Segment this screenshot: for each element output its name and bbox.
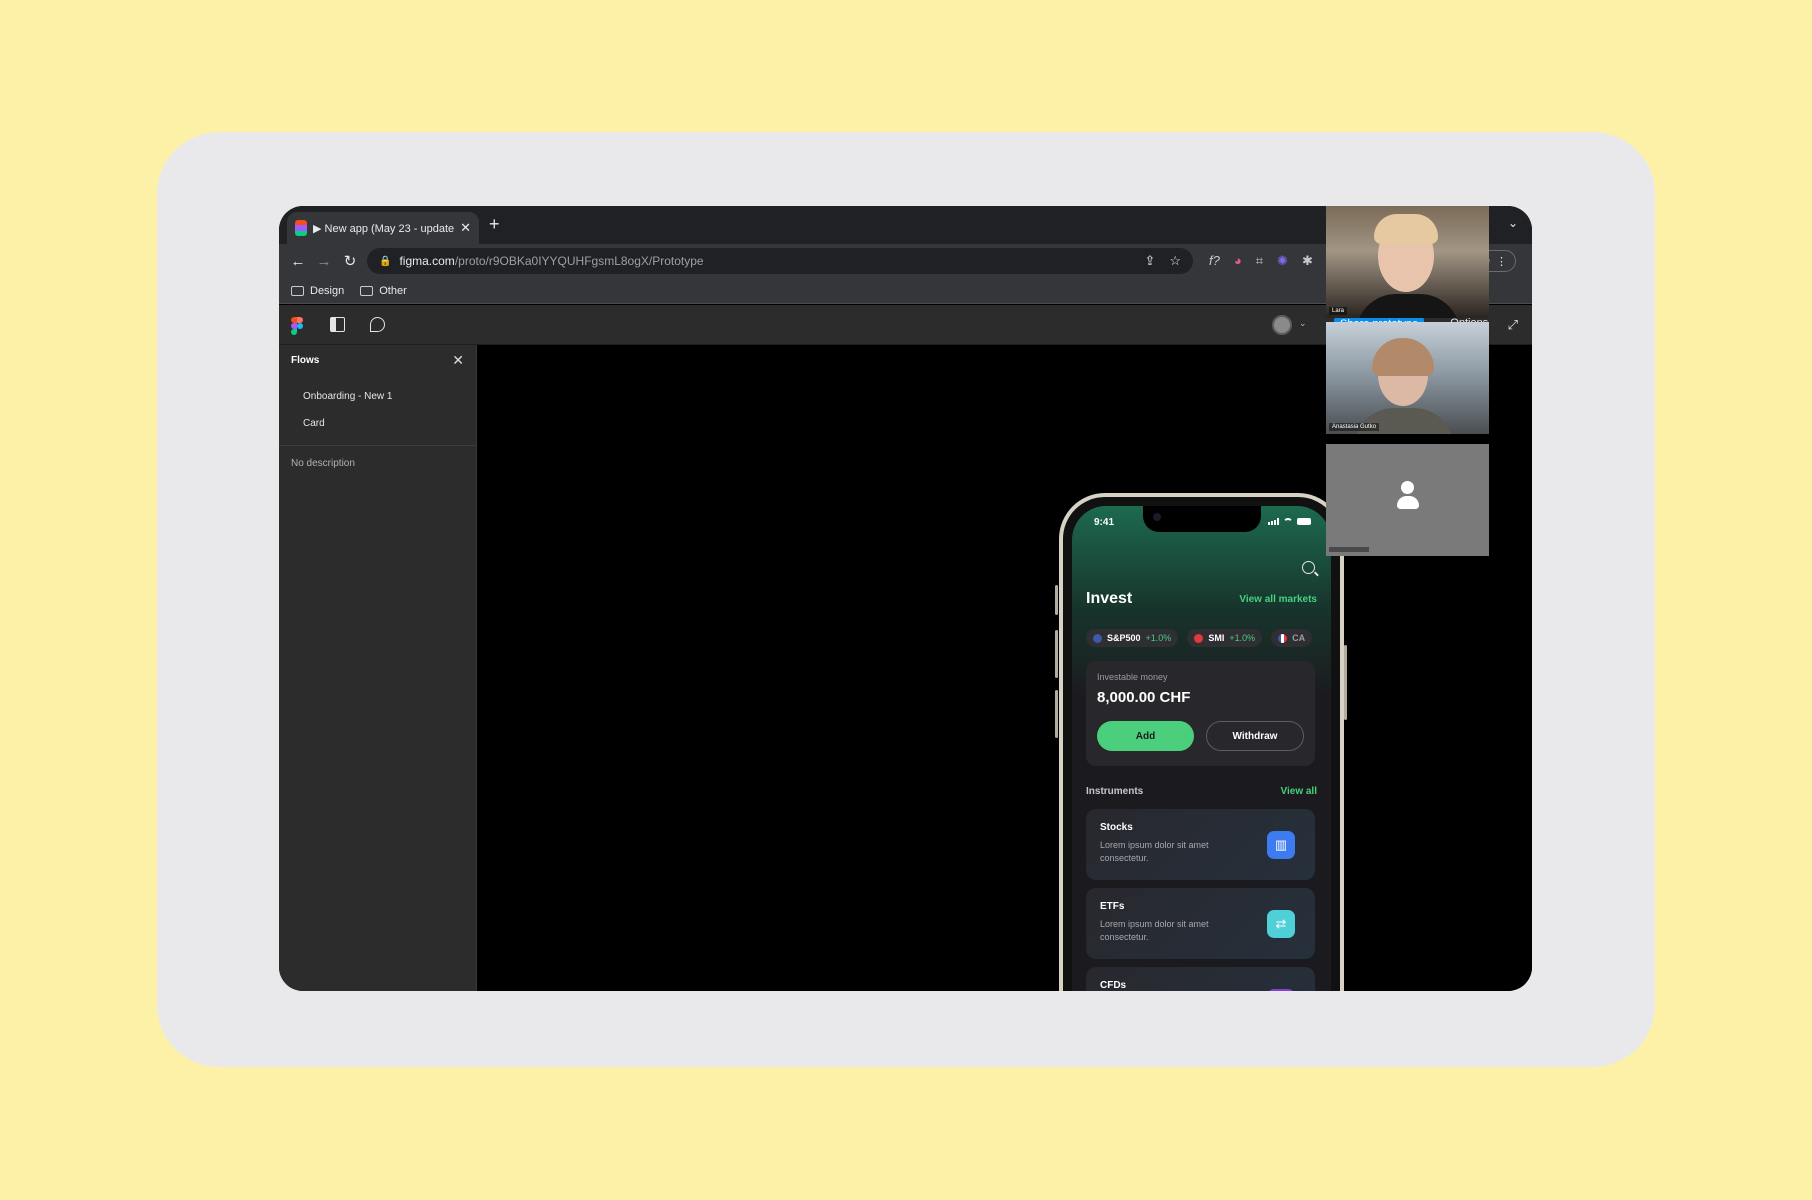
money-value: 8,000.00 CHF — [1097, 689, 1191, 706]
extension-crop-icon[interactable]: ⌗ — [1256, 253, 1263, 269]
back-icon[interactable]: ← — [285, 253, 311, 270]
phone-frame: 9:41 Invest View all markets S&P500 +1.0… — [1059, 493, 1344, 991]
extension-color-icon[interactable]: ◕ — [1234, 253, 1242, 269]
tab-search-icon[interactable]: ⌄ — [1508, 216, 1518, 230]
fullscreen-icon[interactable]: ⤢ — [1508, 317, 1518, 333]
participant-shirt — [1356, 294, 1460, 318]
battery-icon — [1297, 518, 1311, 525]
phone-volume-down — [1055, 630, 1058, 678]
flow-description: No description — [291, 458, 355, 469]
investable-money-card: Investable money 8,000.00 CHF Add Withdr… — [1086, 661, 1315, 766]
figma-favicon-icon — [295, 220, 307, 236]
add-button[interactable]: Add — [1097, 721, 1194, 751]
extensions-puzzle-icon[interactable]: ✱ — [1302, 253, 1313, 269]
flow-item[interactable]: Onboarding - New 1 — [279, 383, 476, 410]
notch — [1142, 506, 1261, 532]
status-icons — [1268, 518, 1311, 525]
participant-hair — [1374, 214, 1438, 244]
divider — [279, 445, 476, 446]
instruments-title: Instruments — [1086, 786, 1144, 797]
folder-icon — [360, 285, 374, 296]
wifi-icon — [1283, 518, 1293, 525]
phone-volume-up — [1055, 585, 1058, 615]
phone-mute-switch — [1055, 690, 1058, 738]
video-tile-participant[interactable]: Anastasia Gutko — [1326, 322, 1489, 434]
cfd-icon — [1267, 989, 1295, 991]
avatar[interactable] — [1272, 315, 1292, 335]
folder-icon — [291, 285, 304, 296]
us-flag-icon — [1093, 633, 1102, 643]
tab-close-icon[interactable]: ✕ — [460, 220, 471, 236]
prototype-canvas: 9:41 Invest View all markets S&P500 +1.0… — [477, 345, 1532, 991]
bookmark-star-icon[interactable]: ☆ — [1169, 253, 1181, 269]
forward-icon[interactable]: → — [311, 253, 337, 270]
url-domain: figma.com — [399, 254, 455, 268]
view-all-markets-link[interactable]: View all markets — [1239, 594, 1317, 605]
swap-icon: ⇄ — [1267, 910, 1295, 938]
share-icon[interactable]: ⇪ — [1144, 253, 1155, 269]
sidebar-toggle-icon[interactable] — [330, 317, 345, 332]
chart-bar-icon: ▥ — [1267, 831, 1295, 859]
instrument-card-cfds[interactable]: CFDs — [1086, 967, 1315, 991]
money-label: Investable money — [1097, 672, 1168, 682]
lock-icon: 🔒 — [379, 255, 392, 267]
status-time: 9:41 — [1094, 517, 1115, 528]
figma-logo-icon[interactable] — [291, 317, 303, 335]
bookmark-other[interactable]: Other — [360, 285, 407, 297]
extension-settings-icon[interactable]: ✺ — [1277, 253, 1288, 269]
market-chip-ca[interactable]: CA — [1271, 629, 1313, 647]
swiss-flag-icon — [1194, 633, 1204, 643]
url-input[interactable]: 🔒 figma.com /proto/r9OBKa0IYYQUHFgsmL8og… — [367, 248, 1193, 274]
bookmark-design[interactable]: Design — [291, 285, 344, 297]
instrument-card-etfs[interactable]: ETFs Lorem ipsum dolor sit amet consecte… — [1086, 888, 1315, 959]
view-all-link[interactable]: View all — [1280, 786, 1317, 797]
reload-icon[interactable]: ↻ — [337, 252, 363, 270]
sidebar-title: Flows — [291, 354, 320, 366]
url-path: /proto/r9OBKa0IYYQUHFgsmL8ogX/Prototype — [454, 254, 704, 268]
participant-hair — [1372, 338, 1434, 376]
market-chip-smi[interactable]: SMI +1.0% — [1187, 629, 1263, 647]
new-tab-button[interactable]: + — [489, 214, 500, 234]
search-icon[interactable] — [1302, 561, 1315, 574]
page-title: Invest — [1086, 590, 1133, 607]
chevron-down-icon[interactable]: ⌄ — [1299, 318, 1307, 329]
participant-name: Anastasia Gutko — [1329, 423, 1380, 431]
comment-icon[interactable] — [370, 317, 385, 332]
withdraw-button[interactable]: Withdraw — [1206, 721, 1304, 751]
flow-item[interactable]: Card — [279, 410, 476, 437]
person-icon — [1397, 481, 1419, 517]
tab-title: ▶ New app (May 23 - update) — [313, 222, 455, 235]
video-tile-participant[interactable] — [1326, 444, 1489, 556]
more-icon[interactable]: ⋮ — [1496, 255, 1507, 268]
phone-power-button — [1344, 645, 1347, 720]
instrument-card-stocks[interactable]: Stocks Lorem ipsum dolor sit amet consec… — [1086, 809, 1315, 880]
french-flag-icon — [1278, 633, 1288, 643]
app-screen: 9:41 Invest View all markets S&P500 +1.0… — [1072, 506, 1331, 991]
participant-name-bar — [1329, 547, 1369, 552]
participant-name: Lara — [1329, 307, 1348, 315]
flows-sidebar: Flows ✕ Onboarding - New 1 Card No descr… — [279, 345, 477, 991]
signal-icon — [1268, 518, 1279, 525]
close-icon[interactable]: ✕ — [452, 352, 464, 369]
video-tile-participant[interactable]: Lara — [1326, 206, 1489, 318]
market-chip-sp500[interactable]: S&P500 +1.0% — [1086, 629, 1179, 647]
market-chips: S&P500 +1.0% SMI +1.0% CA — [1086, 629, 1313, 647]
browser-tab[interactable]: ▶ New app (May 23 - update) ✕ — [287, 212, 479, 244]
sidebar-header: Flows ✕ — [279, 345, 476, 375]
extension-fx-icon[interactable]: f? — [1209, 253, 1220, 269]
